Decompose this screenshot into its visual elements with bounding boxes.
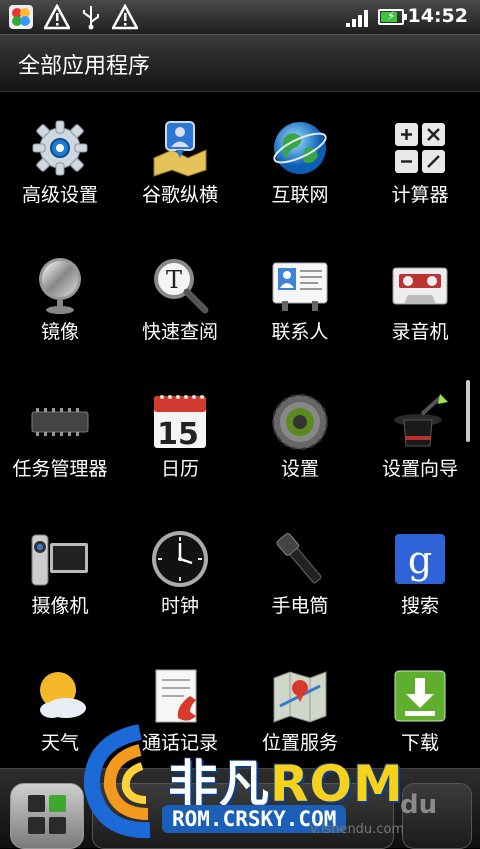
gear-icon <box>32 120 88 176</box>
chip-icon <box>31 408 89 436</box>
calendar-icon: 15 <box>154 395 206 452</box>
search-g-letter: g <box>408 538 432 582</box>
grid-square-icon <box>28 795 45 812</box>
app-advanced-settings[interactable]: 高级设置 <box>0 92 120 229</box>
weather-icon <box>40 672 86 718</box>
app-label: 摄像机 <box>31 595 89 617</box>
latitude-icon <box>153 121 207 177</box>
mirror-icon <box>39 258 81 314</box>
app-google-latitude[interactable]: 谷歌纵横 <box>120 92 240 229</box>
app-voice-recorder[interactable]: 录音机 <box>360 229 480 366</box>
app-label: 联系人 <box>271 321 329 343</box>
status-bar: ⚡ 14:52 <box>0 0 480 35</box>
app-label: 高级设置 <box>21 184 98 206</box>
app-calculator[interactable]: 计算器 <box>360 92 480 229</box>
app-label: 录音机 <box>391 321 449 343</box>
grid-square-icon <box>28 817 45 834</box>
app-clock[interactable]: 时钟 <box>120 503 240 640</box>
download-arrow-icon <box>394 670 446 722</box>
app-label: 手电筒 <box>271 595 329 617</box>
app-label: 镜像 <box>40 321 79 343</box>
app-label: 搜索 <box>400 595 439 617</box>
app-internet[interactable]: 互联网 <box>240 92 360 229</box>
contacts-card-icon <box>272 262 328 311</box>
app-label: 互联网 <box>271 184 329 206</box>
app-grid: 高级设置 谷歌纵横 互联网 计算器 镜像 T 快速查阅 联系人 录音机 任务管理… <box>0 92 480 768</box>
signal-icon <box>346 9 372 27</box>
globe-icon <box>273 122 327 174</box>
app-label: 任务管理器 <box>12 458 108 480</box>
flashlight-icon <box>276 533 322 584</box>
clock-text: 14:52 <box>407 5 468 27</box>
app-task-manager[interactable]: 任务管理器 <box>0 366 120 503</box>
app-label: 计算器 <box>391 184 449 206</box>
magnifier-icon: T <box>154 259 209 314</box>
watermark-partial-text: du <box>400 790 438 820</box>
search-g-icon: g <box>395 534 445 584</box>
location-map-icon <box>273 671 327 723</box>
settings-gear-icon <box>272 394 328 450</box>
header: 全部应用程序 <box>0 35 480 92</box>
scrollbar[interactable] <box>466 380 470 442</box>
magic-hat-icon <box>394 394 448 447</box>
app-label: 时钟 <box>160 595 199 617</box>
app-search[interactable]: g 搜索 <box>360 503 480 640</box>
app-flashlight[interactable]: 手电筒 <box>240 503 360 640</box>
app-calendar[interactable]: 15 日历 <box>120 366 240 503</box>
calculator-icon <box>395 123 445 173</box>
app-label: 快速查阅 <box>141 321 218 343</box>
app-notification-icon <box>9 5 33 29</box>
battery-charging-icon: ⚡ <box>378 9 407 25</box>
watermark-partial-site: v.ishendu.com <box>310 822 405 837</box>
usb-icon <box>83 6 99 30</box>
warning-icon <box>112 4 138 30</box>
app-label: 设置向导 <box>381 458 458 480</box>
app-settings[interactable]: 设置 <box>240 366 360 503</box>
grid-square-icon <box>49 795 66 812</box>
svg-text:T: T <box>166 266 182 294</box>
app-setup-wizard[interactable]: 设置向导 <box>360 366 480 503</box>
warning-icon <box>44 4 70 30</box>
camcorder-icon <box>31 534 88 586</box>
call-log-icon <box>155 669 197 723</box>
calendar-day-text: 15 <box>157 417 199 452</box>
app-label: 谷歌纵横 <box>141 184 218 206</box>
home-button[interactable] <box>10 783 84 849</box>
clock-icon <box>152 531 208 587</box>
app-label: 日历 <box>160 458 199 480</box>
app-contacts[interactable]: 联系人 <box>240 229 360 366</box>
grid-square-icon <box>49 817 66 834</box>
page-title: 全部应用程序 <box>18 54 151 79</box>
app-quick-lookup[interactable]: T 快速查阅 <box>120 229 240 366</box>
cassette-icon <box>392 267 448 305</box>
app-mirror[interactable]: 镜像 <box>0 229 120 366</box>
app-label: 设置 <box>280 458 319 480</box>
app-camcorder[interactable]: 摄像机 <box>0 503 120 640</box>
